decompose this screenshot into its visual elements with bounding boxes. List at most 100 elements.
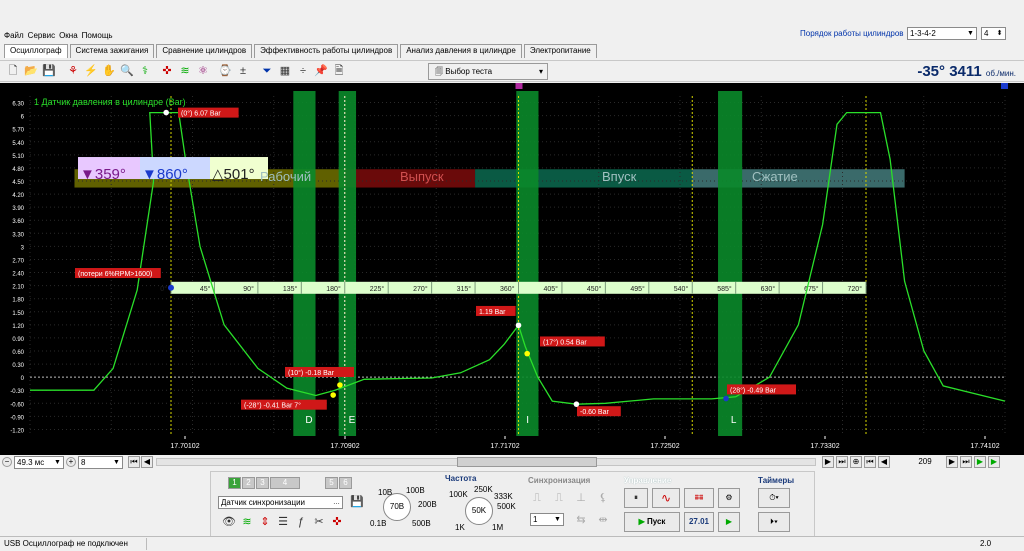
overlay-icon[interactable]: ⚛ bbox=[196, 64, 210, 78]
auto-icon[interactable]: ⚙ bbox=[718, 488, 740, 508]
y-tick-label: 1.20 bbox=[12, 324, 24, 330]
sync-auto-icon[interactable]: ⚸ bbox=[596, 491, 610, 505]
marker-icon[interactable]: ⏷ bbox=[260, 64, 274, 78]
save-icon[interactable]: 💾 bbox=[42, 64, 56, 78]
tab-pressure-analysis[interactable]: Анализ давления в цилиндре bbox=[400, 44, 522, 58]
trigger-edge-icon[interactable]: ⚡ bbox=[84, 64, 98, 78]
table-icon[interactable]: ▦ bbox=[278, 64, 292, 78]
menu-help[interactable]: Помощь bbox=[82, 31, 113, 40]
waves-icon[interactable]: ≋ bbox=[178, 64, 192, 78]
point-label-4: (17°) 0.54 Bar bbox=[543, 338, 587, 346]
timer-play-icon[interactable]: ⏵▾ bbox=[758, 512, 790, 532]
voltage-tick-500: 500В bbox=[412, 519, 431, 528]
hand-icon[interactable]: ✋ bbox=[102, 64, 116, 78]
filter-icon[interactable]: ⚕ bbox=[138, 64, 152, 78]
channel-tab-5[interactable]: 5 bbox=[325, 477, 338, 489]
channel-tab-2[interactable]: 2 bbox=[242, 477, 255, 489]
wave-icon[interactable]: ≋ bbox=[240, 515, 254, 529]
start-button[interactable]: ▶ Пуск bbox=[624, 512, 680, 532]
run-continuous-icon[interactable]: ▶ bbox=[988, 456, 1000, 468]
zoom-select[interactable]: 8 ▼ bbox=[78, 456, 123, 469]
lines-icon[interactable]: ☰ bbox=[276, 515, 290, 529]
channel-tab-3[interactable]: 3 bbox=[256, 477, 269, 489]
test-select[interactable]: 🗐 Выбор теста ▾ bbox=[428, 63, 548, 80]
voltage-tick-01: 0.1В bbox=[370, 519, 387, 528]
freq-tick-250k: 250K bbox=[474, 485, 493, 494]
x-tick-label: 17.70102 bbox=[170, 443, 199, 450]
menu-service[interactable]: Сервис bbox=[28, 31, 55, 40]
tools-icon[interactable]: ✂ bbox=[312, 515, 326, 529]
timing-icon[interactable]: ⌚ bbox=[218, 64, 232, 78]
first-page-icon[interactable]: ⏮ bbox=[128, 456, 140, 468]
oscilloscope-plot[interactable]: 6.30 6 5.70 5.40 5.10 4.80 4.50 4.20 3.90 3.60 3.3… bbox=[0, 83, 1024, 455]
sync-falling-icon[interactable]: ⎍ bbox=[552, 491, 566, 505]
tab-cylinder-compare[interactable]: Сравнение цилиндров bbox=[156, 44, 253, 58]
trigger-icon[interactable]: ⚘ bbox=[66, 64, 80, 78]
counter-value: 27.01 bbox=[684, 512, 714, 532]
split-icon[interactable]: ÷ bbox=[296, 64, 310, 78]
forward-icon[interactable]: ▶ bbox=[946, 456, 958, 468]
y-tick-label: 5.40 bbox=[12, 141, 24, 147]
sync-level-icon[interactable]: ⊥ bbox=[574, 491, 588, 505]
zoom-out-icon[interactable]: − bbox=[2, 457, 12, 467]
menu-windows[interactable]: Окна bbox=[59, 31, 78, 40]
time-scrollbar[interactable] bbox=[156, 457, 816, 467]
rewind-icon[interactable]: ⏮ bbox=[864, 456, 876, 468]
open-folder-icon[interactable]: 📂 bbox=[24, 64, 38, 78]
cursor-icon[interactable]: ✜ bbox=[330, 515, 344, 529]
page-icon[interactable]: 🗎 bbox=[332, 64, 346, 78]
marker-delta-value: △501° bbox=[212, 166, 255, 183]
frequency-knob[interactable]: 50K bbox=[465, 497, 493, 525]
next-frame-icon[interactable]: ⏭ bbox=[836, 456, 848, 468]
menu-file[interactable]: Файл bbox=[4, 31, 24, 40]
plot-canvas[interactable]: 6.30 6 5.70 5.40 5.10 4.80 4.50 4.20 3.90 3.60 3.3… bbox=[0, 83, 1024, 455]
y-tick-label: 0 bbox=[21, 376, 25, 382]
tab-power[interactable]: Электропитание bbox=[523, 44, 597, 58]
channel-tab-4[interactable]: 4 bbox=[270, 477, 300, 489]
play-icon: ▶ bbox=[638, 517, 645, 526]
auto-play-icon[interactable]: ▶ bbox=[718, 512, 740, 532]
waveform-icon[interactable]: ⩩⩩ bbox=[684, 488, 714, 508]
sensor-save-icon[interactable]: 💾 bbox=[350, 495, 364, 509]
cylinder-order-select[interactable]: 1-3-4-2 ▼ bbox=[907, 27, 977, 40]
zoom-icon[interactable]: 🔍 bbox=[120, 64, 134, 78]
y-tick-label: -0.30 bbox=[10, 389, 24, 395]
run-icon[interactable]: ▶ bbox=[974, 456, 986, 468]
sine-icon[interactable]: ∿ bbox=[652, 488, 680, 508]
zoom-fit-icon[interactable]: ⊕ bbox=[850, 456, 862, 468]
timer-icon[interactable]: ⏱▾ bbox=[758, 488, 790, 508]
last-page-icon[interactable]: ⏭ bbox=[960, 456, 972, 468]
band-letter-E: E bbox=[349, 415, 356, 426]
y-tick-label: 6.30 bbox=[12, 102, 24, 108]
zoom-in-icon[interactable]: + bbox=[66, 457, 76, 467]
prev-page-icon[interactable]: ◀ bbox=[141, 456, 153, 468]
play-icon[interactable]: ▶ bbox=[822, 456, 834, 468]
function-icon[interactable]: ƒ bbox=[294, 515, 308, 529]
degree-icon[interactable]: ± bbox=[236, 64, 250, 78]
tab-ignition[interactable]: Система зажигания bbox=[69, 44, 155, 58]
tab-oscilloscope[interactable]: Осциллограф bbox=[4, 44, 68, 58]
channel-tab-6[interactable]: 6 bbox=[339, 477, 352, 489]
cursor-icon[interactable]: ✜ bbox=[160, 64, 174, 78]
scroll-thumb[interactable] bbox=[457, 457, 597, 467]
y-tick-label: -0.90 bbox=[10, 415, 24, 421]
pin-icon[interactable]: 📌 bbox=[314, 64, 328, 78]
updown-icon[interactable]: ⇕ bbox=[258, 515, 272, 529]
sync-mode-icon[interactable]: ⇆ bbox=[574, 513, 588, 527]
channel-tab-1[interactable]: 1 bbox=[228, 477, 241, 489]
back-icon[interactable]: ◀ bbox=[878, 456, 890, 468]
x-tick-label: 17.72502 bbox=[650, 443, 679, 450]
voltage-knob[interactable]: 70В bbox=[383, 493, 411, 521]
pause-icon[interactable]: ⏸ bbox=[624, 488, 648, 508]
tab-cylinder-efficiency[interactable]: Эффективность работы цилиндров bbox=[254, 44, 399, 58]
sync-rising-icon[interactable]: ⎍ bbox=[530, 491, 544, 505]
eye-icon[interactable]: 👁 bbox=[222, 515, 236, 529]
sensor-select[interactable]: Датчик синхронизации… bbox=[218, 496, 343, 509]
cylinder-count-stepper[interactable]: 4 ⬍ bbox=[981, 27, 1006, 40]
sync-arrows-icon[interactable]: ⇹ bbox=[596, 513, 610, 527]
stroke-name-1: Выпуск bbox=[400, 169, 444, 184]
timebase-select[interactable]: 49.3 мс ▼ bbox=[14, 456, 64, 469]
new-file-icon[interactable]: 🗋 bbox=[6, 64, 20, 78]
y-tick-label: 0.60 bbox=[12, 350, 24, 356]
sync-channel-select[interactable]: 1 ▼ bbox=[530, 513, 564, 526]
